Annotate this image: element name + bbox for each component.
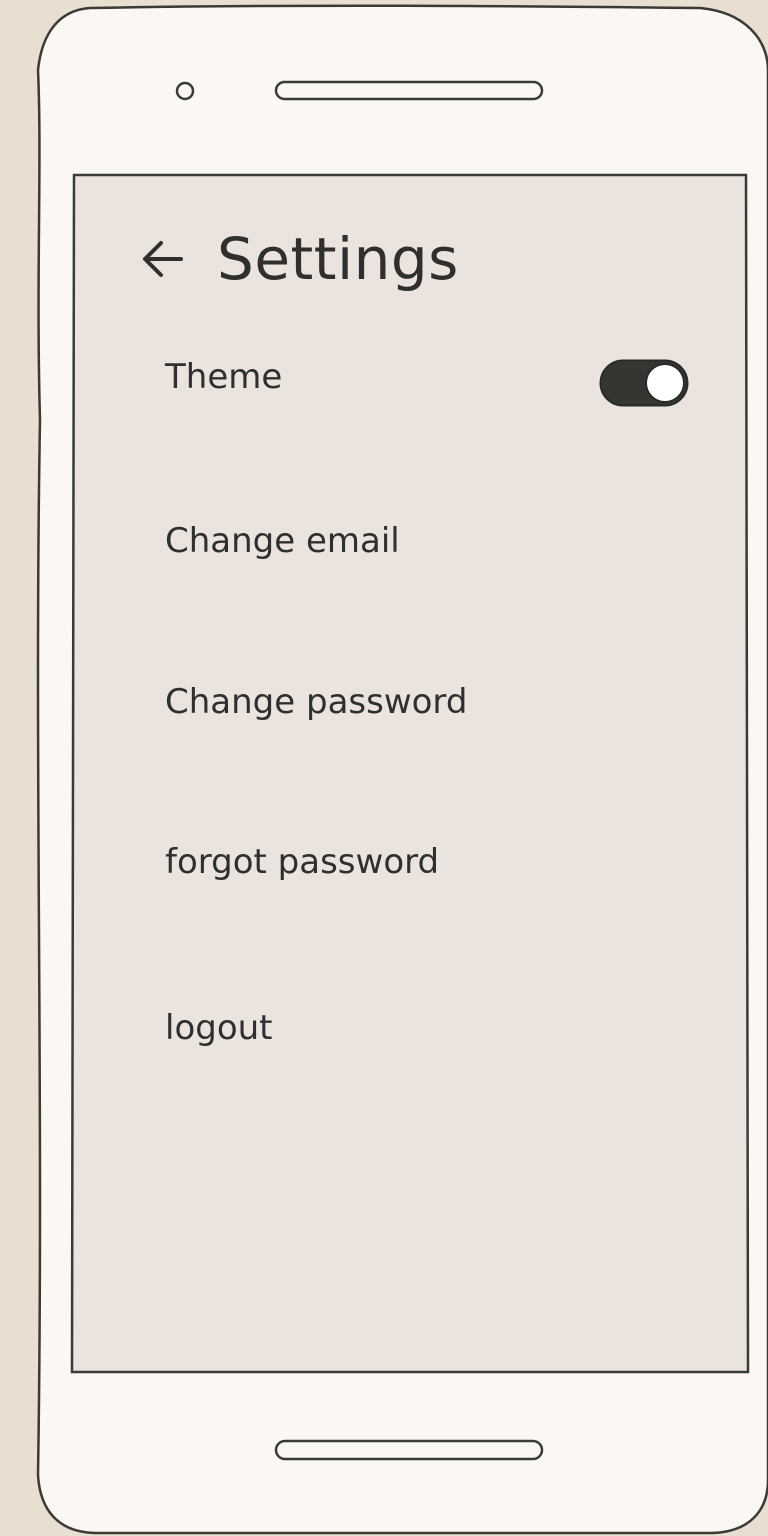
setting-item-logout[interactable]: logout <box>165 1008 273 1048</box>
setting-item-change-password[interactable]: Change password <box>165 682 467 722</box>
setting-item-theme[interactable]: Theme <box>165 357 282 397</box>
setting-item-forgot-password[interactable]: forgot password <box>165 842 439 882</box>
setting-item-change-email[interactable]: Change email <box>165 521 400 561</box>
toggle-knob <box>645 363 685 403</box>
page-title: Settings <box>217 225 459 293</box>
settings-screen: Settings Theme Change email Change passw… <box>77 183 742 1360</box>
arrow-left-icon[interactable] <box>137 233 189 285</box>
theme-toggle[interactable] <box>599 359 689 407</box>
header: Settings <box>137 223 459 295</box>
